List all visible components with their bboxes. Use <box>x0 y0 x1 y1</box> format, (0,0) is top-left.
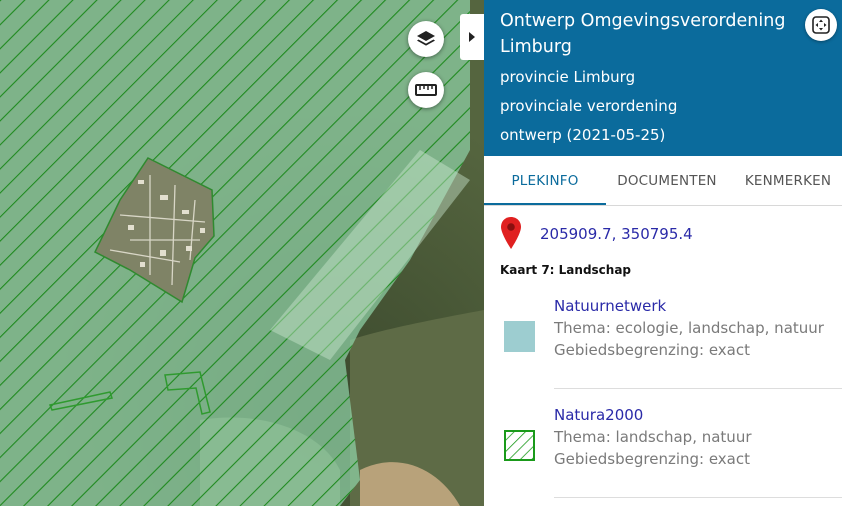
natura2000-begrenzing: Gebiedsbegrenzing: exact <box>554 450 751 468</box>
tab-plekinfo[interactable]: PLEKINFO <box>484 156 606 205</box>
tab-documenten[interactable]: DOCUMENTEN <box>606 156 728 205</box>
location-row: 205909.7, 350795.4 <box>500 216 830 252</box>
map-canvas[interactable] <box>0 0 484 506</box>
plan-authority: provincie Limburg <box>500 68 636 86</box>
plan-document-type: provinciale verordening <box>500 97 678 115</box>
coordinates-link[interactable]: 205909.7, 350795.4 <box>540 225 693 243</box>
tab-bar: PLEKINFO DOCUMENTEN KENMERKEN <box>484 156 842 206</box>
fullscreen-icon <box>812 16 830 34</box>
map-view[interactable] <box>0 0 484 506</box>
natura2000-thema: Thema: landschap, natuur <box>554 428 752 446</box>
natuurnetwerk-link[interactable]: Natuurnetwerk <box>554 297 666 315</box>
natura2000-link[interactable]: Natura2000 <box>554 406 643 424</box>
tab-kenmerken[interactable]: KENMERKEN <box>734 156 842 205</box>
active-tab-indicator <box>484 203 606 205</box>
plan-status: ontwerp (2021-05-25) <box>500 126 666 144</box>
natuurnetwerk-begrenzing: Gebiedsbegrenzing: exact <box>554 341 751 359</box>
map-pin-icon <box>501 217 521 249</box>
panel-header: Ontwerp Omgevingsverordening Limburg pro… <box>484 0 842 156</box>
ruler-icon <box>415 84 437 96</box>
layers-icon <box>417 31 435 46</box>
plan-title: Ontwerp Omgevingsverordening Limburg <box>500 11 786 57</box>
collapse-panel-button[interactable] <box>460 14 484 60</box>
info-panel: Ontwerp Omgevingsverordening Limburg pro… <box>484 0 842 506</box>
divider <box>554 497 842 498</box>
layers-button[interactable] <box>408 21 444 57</box>
map-section-label: Kaart 7: Landschap <box>500 263 632 277</box>
measure-button[interactable] <box>408 72 444 108</box>
natuurnetwerk-thema: Thema: ecologie, landschap, natuur <box>554 319 824 337</box>
caret-right-icon <box>469 32 475 42</box>
natura2000-swatch <box>504 430 535 461</box>
divider <box>554 388 842 389</box>
natuurnetwerk-swatch <box>504 321 535 352</box>
fullscreen-button[interactable] <box>805 9 837 41</box>
